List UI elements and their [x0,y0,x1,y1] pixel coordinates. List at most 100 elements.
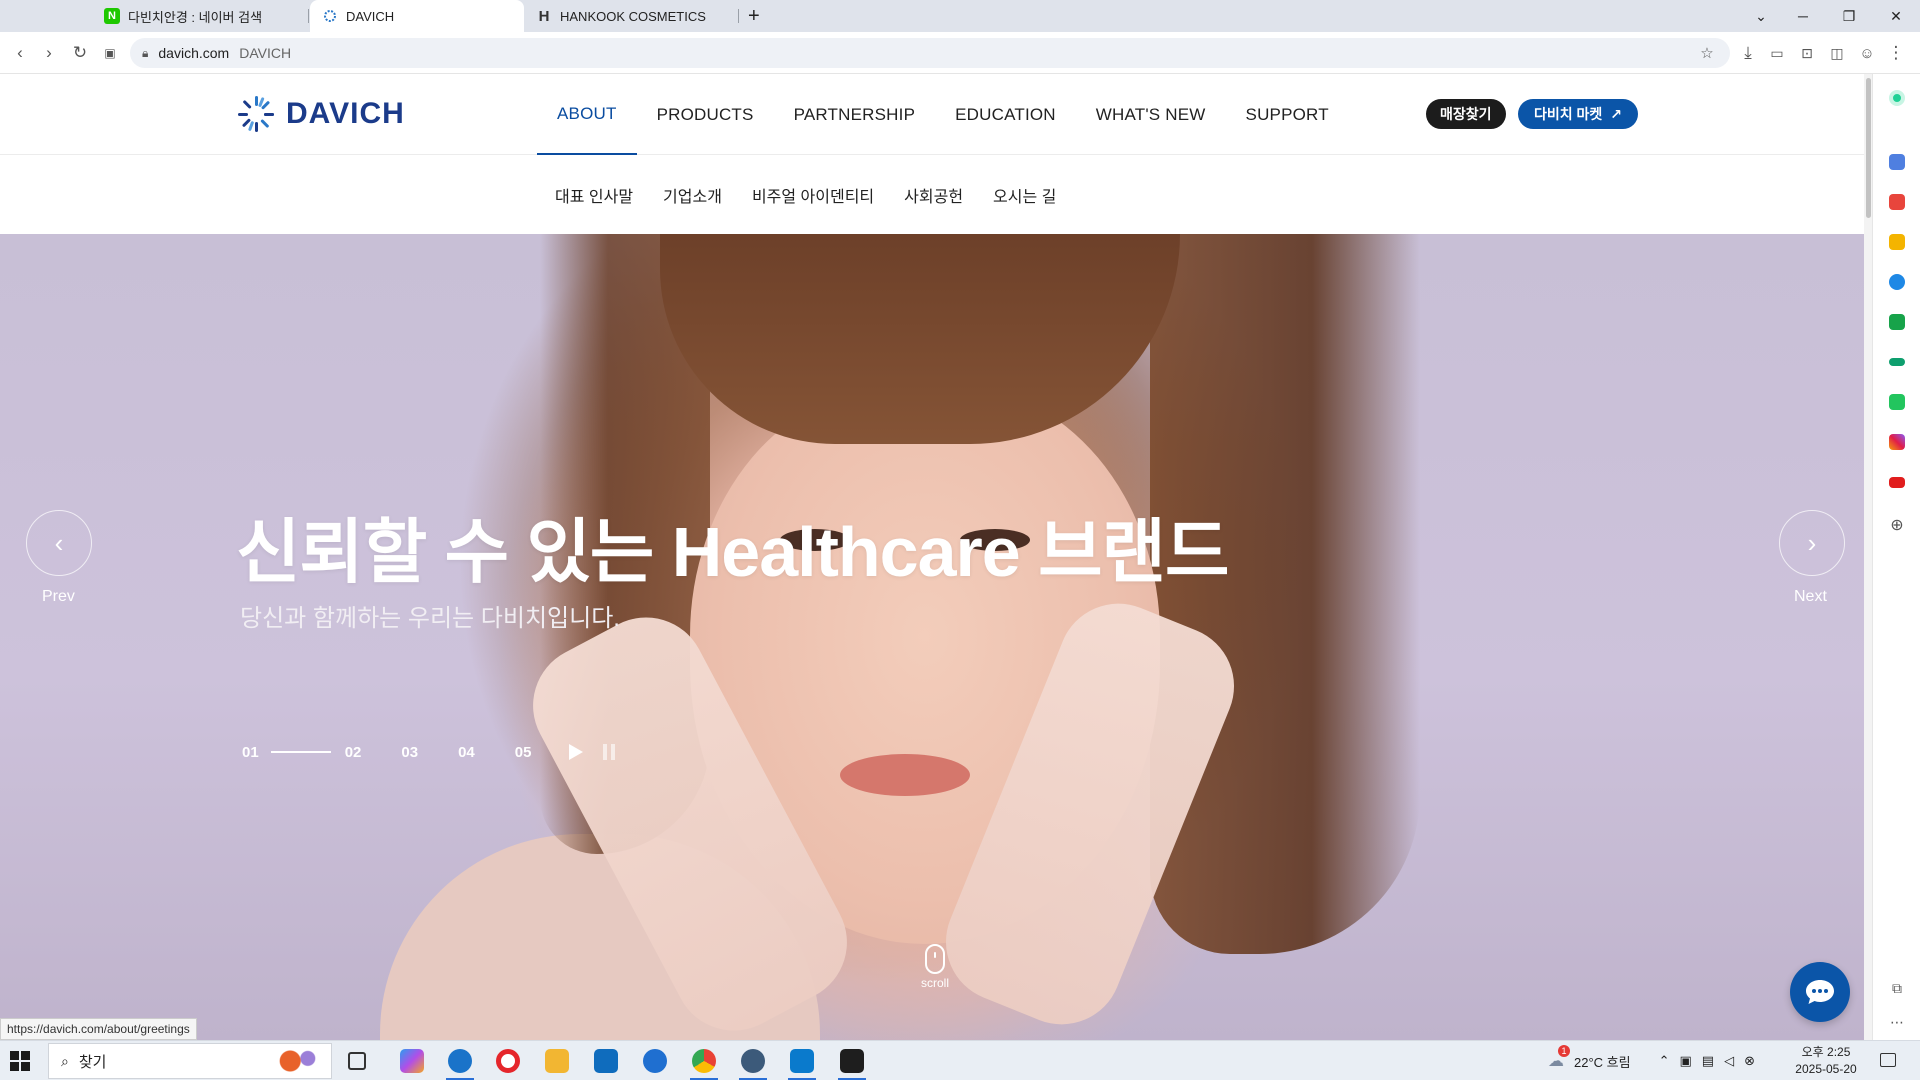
page-scrollbar[interactable] [1864,74,1872,1040]
screenshot-icon[interactable]: ⊡ [1795,41,1819,65]
slide-indicator-2[interactable]: 02 [345,744,362,761]
sync-error-icon[interactable]: ⊗ [1744,1053,1755,1069]
meeting-icon[interactable]: ▣ [1680,1053,1692,1069]
sidebar-chart-icon[interactable] [1889,358,1905,366]
site-info-lock-icon[interactable]: 🔒︎ [142,46,148,61]
slide-indicator-1[interactable]: 01 [242,744,259,761]
store-finder-button[interactable]: 매장찾기 [1426,99,1506,129]
pinned-app-icon[interactable] [643,1049,667,1073]
chrome-app-icon[interactable] [692,1049,716,1073]
network-icon[interactable]: ▤ [1702,1053,1714,1069]
subnav-visual-identity[interactable]: 비주얼 아이덴티티 [752,183,874,207]
taskbar-clock[interactable]: 오후 2:25 2025-05-20 [1790,1044,1862,1078]
weather-cloud-icon[interactable]: ☁ 1 [1548,1045,1570,1071]
tab-davich[interactable]: DAVICH [310,0,524,32]
back-icon[interactable]: ‹ [8,41,32,65]
subnav-company-intro[interactable]: 기업소개 [663,183,722,207]
edge-app-icon[interactable] [448,1049,472,1073]
davich-logo[interactable]: DAVICH [236,94,405,134]
scroll-indicator[interactable]: scroll [918,944,952,990]
tab-divider [308,9,309,23]
clock-date: 2025-05-20 [1795,1062,1857,1076]
chat-button[interactable] [1790,962,1850,1022]
opera-app-icon[interactable] [496,1049,520,1073]
tab-title: DAVICH [346,8,395,24]
more-menu-icon[interactable]: ⋮ [1884,41,1908,65]
sidebar-youtube-icon[interactable] [1889,477,1905,488]
forward-icon[interactable]: › [37,41,61,65]
sidebar-pocket-icon[interactable] [1889,194,1905,210]
next-label: Next [1794,588,1827,605]
vscode-app-icon[interactable] [790,1049,814,1073]
prev-slide-button[interactable]: ‹ [26,510,92,576]
split-screen-icon[interactable]: ◫ [1825,41,1849,65]
next-slide-button[interactable]: › [1779,510,1845,576]
weather-text[interactable]: 22°C 흐림 [1574,1052,1631,1071]
browser-sidebar: ⊕ ⧉ ⋯ [1872,74,1920,1040]
tab-title: 다빈치안경 : 네이버 검색 [128,9,263,25]
restore-button[interactable]: ❐ [1826,0,1872,32]
slide-indicator-5[interactable]: 05 [515,744,532,761]
browser-toolbar: ‹ › ↻ ▣ 🔒︎ davich.com DAVICH ☆ ⤓ ▭ ⊡ ◫ ☺… [0,32,1920,74]
external-arrow-icon: ↗ [1610,105,1623,122]
reload-icon[interactable]: ↻ [68,41,92,65]
nav-about[interactable]: ABOUT [537,74,637,155]
sidebar-more-icon[interactable]: ⋯ [1889,1014,1905,1030]
pause-icon[interactable] [603,744,616,760]
address-page-title: DAVICH [239,45,292,61]
subnav-directions[interactable]: 오시는 길 [993,183,1056,207]
sidebar-line-icon[interactable] [1889,394,1905,410]
nav-support[interactable]: SUPPORT [1226,74,1349,155]
play-icon[interactable] [569,744,584,760]
hero-title: 신뢰할 수 있는 Healthcare 브랜드 [236,513,1229,591]
windows-taskbar: ⌕ 찾기 ☁ 1 22°C 흐림 ⌃ ▣ ▤ ◁ ⊗ 오후 2:25 2025-0… [0,1040,1920,1080]
slide-indicator-4[interactable]: 04 [458,744,475,761]
notification-center-icon[interactable] [1880,1053,1896,1067]
taskbar-search-box[interactable]: ⌕ 찾기 [48,1043,332,1079]
sidebar-edge-icon[interactable] [1889,274,1905,290]
favorite-star-icon[interactable]: ☆ [1695,41,1719,65]
sidebar-open-external-icon[interactable]: ⧉ [1889,980,1905,996]
nav-products[interactable]: PRODUCTS [637,74,774,155]
file-explorer-icon[interactable] [545,1049,569,1073]
link-status-url: https://davich.com/about/greetings [0,1018,197,1040]
sidebar-favorites-icon[interactable] [1889,234,1905,250]
page-scrollbar-thumb[interactable] [1866,78,1871,218]
davich-market-button[interactable]: 다비치 마켓 ↗ [1518,99,1639,129]
nav-whats-new[interactable]: WHAT'S NEW [1076,74,1226,155]
sidebar-shopping-icon[interactable] [1889,314,1905,330]
tab-title: HANKOOK COSMETICS [560,8,706,24]
whale-browser-icon[interactable] [741,1049,765,1073]
minimize-button[interactable]: ─ [1780,0,1826,32]
tab-list-chevron-icon[interactable]: ⌄ [1738,0,1784,32]
outlook-app-icon[interactable] [594,1049,618,1073]
tray-overflow-chevron-icon[interactable]: ⌃ [1659,1053,1670,1069]
subnav-social-contribution[interactable]: 사회공헌 [904,183,963,207]
profile-icon[interactable]: ☺ [1855,41,1879,65]
copilot-app-icon[interactable] [400,1049,424,1073]
subnav-greetings[interactable]: 대표 인사말 [555,183,633,207]
hero-slider: 신뢰할 수 있는 Healthcare 브랜드 당신과 함께하는 우리는 다비치… [0,234,1872,1040]
tab-hankook-cosmetics[interactable]: H HANKOOK COSMETICS [524,0,738,32]
task-view-icon[interactable] [348,1052,366,1070]
tab-naver-search[interactable]: N 다빈치안경 : 네이버 검색 [92,0,304,32]
nav-partnership[interactable]: PARTNERSHIP [774,74,936,155]
reader-mode-icon[interactable]: ▣ [98,41,122,65]
chat-bubble-icon [1806,980,1834,1004]
sidebar-copilot-icon[interactable] [1889,90,1905,106]
nav-education[interactable]: EDUCATION [935,74,1076,155]
sidebar-tools-icon[interactable] [1889,154,1905,170]
windows-start-icon[interactable] [10,1051,30,1071]
slide-indicator-3[interactable]: 03 [401,744,418,761]
figma-app-icon[interactable] [840,1049,864,1073]
download-icon[interactable]: ⤓ [1736,41,1760,65]
hero-subtitle: 당신과 함께하는 우리는 다비치입니다. [240,605,620,632]
volume-icon[interactable]: ◁ [1724,1053,1734,1069]
sidebar-add-icon[interactable]: ⊕ [1889,518,1905,534]
new-tab-button[interactable]: + [744,0,772,32]
address-bar[interactable]: 🔒︎ davich.com DAVICH [130,38,1730,68]
screen-cast-icon[interactable]: ▭ [1765,41,1789,65]
close-window-button[interactable]: ✕ [1872,0,1920,32]
search-highlight-flowers-icon [277,1048,321,1074]
sidebar-instagram-icon[interactable] [1889,434,1905,450]
